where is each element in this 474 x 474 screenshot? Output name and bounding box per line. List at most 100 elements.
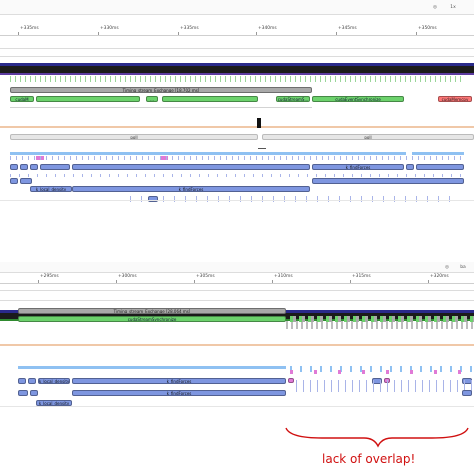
zoom-level-label: ba	[460, 264, 466, 270]
kernel-span[interactable]	[148, 196, 158, 202]
track-divider	[10, 107, 312, 108]
kernel-span[interactable]	[72, 164, 310, 170]
timing-range-label: Timing_stream_Exchange [28.064 ms]	[113, 309, 191, 314]
kernel-span[interactable]	[30, 164, 38, 170]
kernel-label: k_findForces	[166, 379, 192, 384]
memory-track	[412, 152, 464, 155]
cuda-api-label: cudaM	[15, 97, 29, 102]
annotation-text: lack of overlap!	[322, 452, 416, 466]
zoom-fit-icon[interactable]: ◎	[440, 263, 454, 271]
memory-track	[18, 366, 286, 369]
tick-label: +310ms	[274, 274, 293, 279]
kernel-span[interactable]	[462, 390, 472, 396]
cuda-api-span[interactable]: cudaStreamS...	[276, 96, 310, 102]
track-divider	[0, 56, 474, 57]
cpu-core-band	[0, 73, 474, 75]
timing-range-span[interactable]: Timing_stream_Exchange [18.702 ms]	[10, 87, 312, 93]
poll-track-line	[0, 126, 474, 128]
memory-track	[10, 152, 406, 155]
tick-label: +335ms	[180, 26, 199, 31]
cuda-api-span[interactable]	[162, 96, 258, 102]
kernel-span[interactable]	[10, 178, 18, 184]
poll-span[interactable]: poll	[10, 134, 258, 140]
kernel-label: k_findForces	[178, 187, 204, 192]
cuda-api-label: cudaStreamSynchronize	[127, 317, 177, 322]
kernel-span[interactable]	[28, 378, 36, 384]
kernel-label: k_findForces	[166, 391, 192, 396]
kernel-span[interactable]: k_local_density	[38, 378, 70, 384]
kernel-label: k_local_density	[35, 187, 67, 192]
tick-label: +330ms	[100, 26, 119, 31]
tick-label: +315ms	[352, 274, 371, 279]
kernel-row	[0, 178, 474, 186]
tick-label: +350ms	[418, 26, 437, 31]
cuda-api-label: cudaStreamS...	[277, 97, 309, 102]
cuda-api-label: ...	[150, 97, 154, 102]
poll-span[interactable]: poll	[262, 134, 474, 140]
kernel-row: k_local_density k_findForces	[0, 186, 474, 194]
zoom-level-button[interactable]: ba	[456, 263, 470, 271]
kernel-row: k_findForces	[0, 164, 474, 172]
cuda-api-label: cudaMemcpy	[441, 97, 469, 102]
tick-label: +320ms	[430, 274, 449, 279]
kernel-span[interactable]	[20, 178, 32, 184]
poll-track-line	[0, 344, 474, 346]
track-divider	[0, 406, 474, 407]
poll-gap-marker	[258, 148, 266, 149]
timing-range-label: Timing_stream_Exchange [18.702 ms]	[122, 88, 200, 93]
cuda-api-span[interactable]: cudaEventSynchronize	[312, 96, 404, 102]
tick-label: +340ms	[258, 26, 277, 31]
track-divider	[0, 48, 474, 49]
kernel-span[interactable]	[30, 390, 38, 396]
kernel-ticks	[130, 196, 460, 202]
cuda-sync-span[interactable]: cudaStreamSynchronize	[18, 316, 286, 322]
poll-label: poll	[130, 135, 138, 140]
panel-separator	[0, 252, 474, 262]
cuda-api-row: cudaM ... cudaStreamS... cudaEventSynchr…	[0, 96, 474, 104]
kernel-span[interactable]: k_findForces	[312, 164, 404, 170]
api-call-ticks	[10, 76, 464, 82]
cuda-api-label: cudaEventSynchronize	[335, 97, 381, 102]
cuda-api-span[interactable]	[36, 96, 140, 102]
cuda-memcpy-span[interactable]: cudaMemcpy	[438, 96, 472, 102]
kernel-span[interactable]	[40, 164, 70, 170]
top-timeline-ruler[interactable]: +335ms +330ms +335ms +340ms +345ms +350m…	[0, 25, 474, 36]
zoom-fit-icon[interactable]: ◎	[428, 3, 442, 11]
memcpy-markers	[290, 370, 474, 374]
cuda-api-span[interactable]: cudaM	[10, 96, 34, 102]
annotation-brace	[285, 427, 469, 448]
track-divider	[0, 300, 474, 301]
track-divider	[0, 200, 474, 201]
kernel-span[interactable]: k_findForces	[72, 186, 310, 192]
cuda-api-span[interactable]: ...	[146, 96, 158, 102]
kernel-span[interactable]	[18, 390, 28, 396]
kernel-span[interactable]	[10, 164, 18, 170]
kernel-span[interactable]: k_findForces	[72, 390, 286, 396]
kernel-span[interactable]: k_local_density	[30, 186, 72, 192]
kernel-span[interactable]	[18, 378, 26, 384]
kernel-label: k_local_density	[39, 379, 70, 384]
kernel-span[interactable]	[416, 164, 464, 170]
timing-range-span[interactable]: Timing_stream_Exchange [28.064 ms]	[18, 308, 286, 314]
top-toolbar: ◎ 1x	[0, 0, 474, 15]
kernel-span[interactable]: k_findForces	[72, 378, 286, 384]
bottom-timeline-ruler[interactable]: +295ms +300ms +305ms +310ms +315ms +320m…	[0, 273, 474, 284]
kernel-row: k_findForces	[0, 390, 474, 398]
thread-marker[interactable]	[257, 118, 261, 128]
kernel-span[interactable]	[406, 164, 414, 170]
tick-label: +300ms	[118, 274, 137, 279]
poll-label: poll	[364, 135, 372, 140]
api-call-ticks	[286, 321, 474, 329]
cpu-activity-band	[0, 66, 474, 73]
tick-label: +305ms	[196, 274, 215, 279]
tick-label: +295ms	[40, 274, 59, 279]
kernel-span[interactable]	[312, 178, 464, 184]
cuda-api-ticks	[290, 316, 474, 322]
zoom-level-label: 1x	[450, 4, 456, 10]
kernel-ticks	[10, 156, 464, 160]
zoom-level-button[interactable]: 1x	[446, 3, 460, 11]
tick-label: +335ms	[20, 26, 39, 31]
track-divider	[0, 290, 474, 291]
kernel-span[interactable]	[20, 164, 28, 170]
kernel-span[interactable]	[288, 378, 294, 383]
